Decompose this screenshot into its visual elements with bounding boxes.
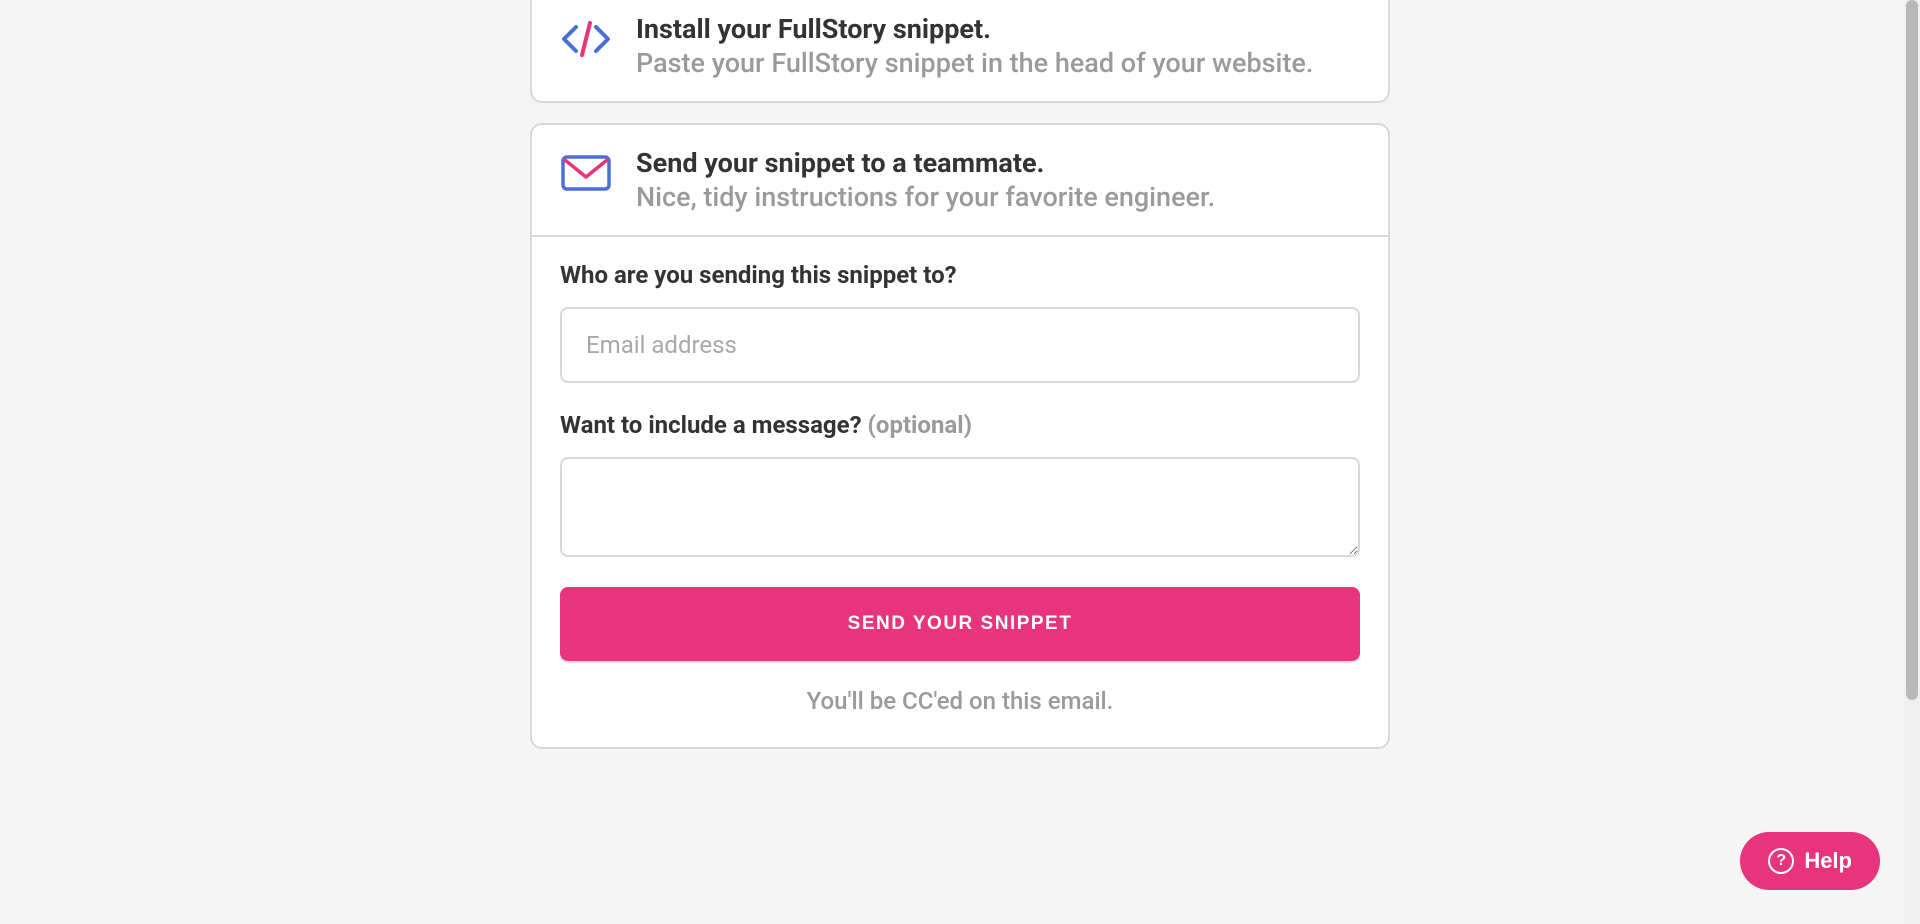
help-label: Help bbox=[1804, 848, 1852, 874]
cc-note: You'll be CC'ed on this email. bbox=[560, 687, 1360, 715]
envelope-icon bbox=[560, 147, 612, 199]
send-card-header[interactable]: Send your snippet to a teammate. Nice, t… bbox=[532, 125, 1388, 235]
install-snippet-card[interactable]: Install your FullStory snippet. Paste yo… bbox=[530, 0, 1390, 103]
scrollbar-thumb[interactable] bbox=[1906, 0, 1918, 700]
send-snippet-button[interactable]: SEND YOUR SNIPPET bbox=[560, 587, 1360, 661]
install-subtitle: Paste your FullStory snippet in the head… bbox=[636, 47, 1360, 79]
send-card-body: Who are you sending this snippet to? Wan… bbox=[532, 235, 1388, 747]
help-icon: ? bbox=[1768, 848, 1794, 874]
message-label-text: Want to include a message? bbox=[560, 411, 868, 439]
install-card-header: Install your FullStory snippet. Paste yo… bbox=[532, 0, 1388, 101]
message-optional-text: (optional) bbox=[868, 411, 973, 439]
message-label: Want to include a message? (optional) bbox=[560, 411, 1360, 439]
install-title: Install your FullStory snippet. bbox=[636, 13, 1360, 45]
scrollbar-track[interactable] bbox=[1904, 0, 1920, 924]
code-icon bbox=[560, 13, 612, 65]
send-subtitle: Nice, tidy instructions for your favorit… bbox=[636, 181, 1360, 213]
help-button[interactable]: ? Help bbox=[1740, 832, 1880, 890]
send-snippet-card: Send your snippet to a teammate. Nice, t… bbox=[530, 123, 1390, 749]
email-label: Who are you sending this snippet to? bbox=[560, 261, 1360, 289]
send-title: Send your snippet to a teammate. bbox=[636, 147, 1360, 179]
message-field[interactable] bbox=[560, 457, 1360, 557]
email-field[interactable] bbox=[560, 307, 1360, 383]
